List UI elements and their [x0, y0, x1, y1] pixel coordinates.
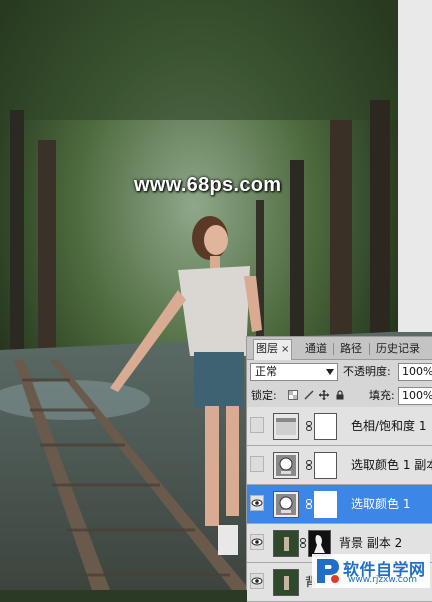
fill-label: 填充:	[369, 389, 395, 402]
eye-icon	[251, 577, 263, 585]
layer-name: 色相/饱和度 1	[351, 419, 427, 433]
lock-label: 锁定:	[251, 389, 277, 402]
link-icon	[306, 421, 312, 431]
tab-history[interactable]: 历史记录	[374, 340, 422, 358]
layers-panel: 图层 × 通道 路径 历史记录 正常 不透明度: 100% 锁定: 填充: 100…	[246, 336, 432, 602]
eye-icon	[251, 538, 263, 546]
lock-icon[interactable]	[335, 390, 345, 400]
link-icon	[306, 460, 312, 470]
tab-paths[interactable]: 路径	[338, 340, 364, 358]
layer-row[interactable]: 色相/饱和度 1	[247, 407, 432, 446]
adjustment-thumbnail	[273, 491, 299, 518]
tab-channels[interactable]: 通道	[303, 340, 329, 358]
fill-field[interactable]: 100%	[398, 387, 432, 405]
lock-transparent-icon[interactable]	[288, 390, 298, 400]
link-icon	[300, 538, 306, 548]
visibility-toggle[interactable]	[250, 573, 264, 589]
image-thumbnail	[273, 569, 299, 596]
layer-mask-thumbnail	[314, 491, 337, 518]
canvas-background	[398, 0, 432, 332]
layer-mask-thumbnail	[314, 452, 337, 479]
adjustment-thumbnail	[273, 413, 299, 440]
logo-url: www.rjzxw.com	[348, 575, 417, 585]
layer-name: 选取颜色 1 副本	[351, 458, 432, 472]
visibility-toggle[interactable]	[250, 495, 264, 511]
site-logo: 软件自学网 www.rjzxw.com	[312, 554, 430, 588]
image-thumbnail	[273, 530, 299, 557]
blend-mode-select[interactable]: 正常	[250, 363, 338, 381]
visibility-toggle[interactable]	[250, 456, 264, 472]
link-icon	[306, 499, 312, 509]
adjustment-thumbnail	[273, 452, 299, 479]
logo-mark-icon	[317, 559, 339, 583]
opacity-field[interactable]: 100%	[398, 363, 432, 381]
visibility-toggle[interactable]	[250, 417, 264, 433]
blend-mode-value: 正常	[255, 365, 277, 378]
tab-layers-label: 图层	[256, 342, 278, 355]
panel-tabs: 图层 × 通道 路径 历史记录	[247, 337, 432, 360]
layer-mask-thumbnail	[314, 413, 337, 440]
move-icon[interactable]	[319, 390, 329, 400]
chevron-down-icon	[326, 369, 334, 375]
tab-layers[interactable]: 图层 ×	[253, 339, 293, 360]
layer-name: 选取颜色 1	[351, 497, 411, 511]
close-icon[interactable]: ×	[281, 344, 289, 355]
eye-icon	[251, 499, 263, 507]
layer-name: 背景 副本 2	[339, 536, 403, 550]
layer-row-selected[interactable]: 选取颜色 1	[247, 485, 432, 524]
layer-row[interactable]: 选取颜色 1 副本	[247, 446, 432, 485]
layer-mask-thumbnail	[308, 530, 331, 557]
watermark-text: www.68ps.com	[134, 174, 282, 196]
opacity-label: 不透明度:	[343, 365, 391, 378]
visibility-toggle[interactable]	[250, 534, 264, 550]
brush-icon[interactable]	[304, 390, 314, 400]
